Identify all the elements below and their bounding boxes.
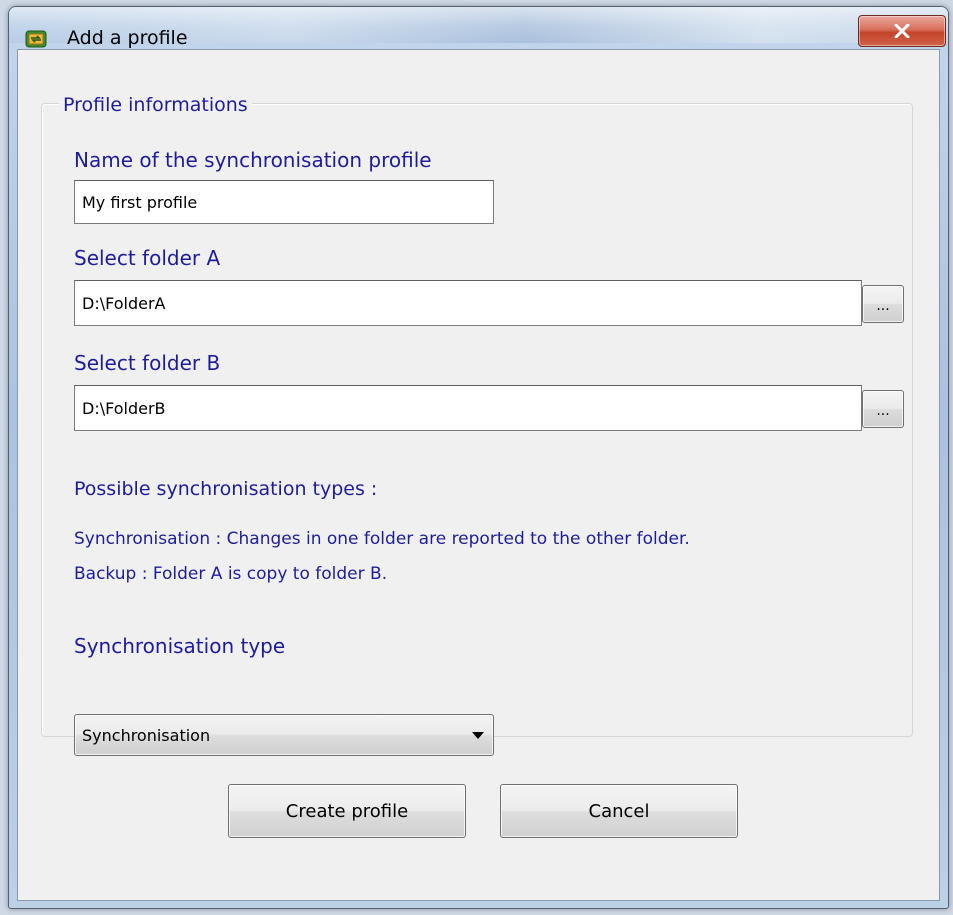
sync-type-select[interactable]: Synchronisation <box>74 714 494 756</box>
browse-folder-b-button[interactable]: ... <box>862 390 904 428</box>
sync-type-label: Synchronisation type <box>74 634 286 658</box>
dropdown-arrow-icon <box>472 732 484 739</box>
group-legend: Profile informations <box>59 94 252 116</box>
sync-profile-icon <box>25 30 47 48</box>
window-title: Add a profile <box>67 27 188 49</box>
sync-type-description-backup: Backup : Folder A is copy to folder B. <box>74 564 388 584</box>
profile-name-label: Name of the synchronisation profile <box>74 148 432 172</box>
title-bar[interactable]: Add a profile <box>9 7 948 49</box>
browse-folder-a-button[interactable]: ... <box>862 285 904 323</box>
sync-type-description-synchronisation: Synchronisation : Changes in one folder … <box>74 529 690 549</box>
create-profile-button[interactable]: Create profile <box>228 784 466 838</box>
folder-b-label: Select folder B <box>74 351 221 375</box>
sync-types-heading: Possible synchronisation types : <box>74 478 378 500</box>
folder-b-input[interactable] <box>74 385 862 431</box>
dialog-window: Add a profile Profile informations Name … <box>8 6 949 909</box>
profile-name-input[interactable] <box>74 180 494 224</box>
close-button[interactable] <box>858 15 946 47</box>
dialog-client-area: Profile informations Name of the synchro… <box>17 49 940 901</box>
folder-a-label: Select folder A <box>74 246 221 270</box>
close-icon <box>894 24 910 38</box>
sync-type-selected-value: Synchronisation <box>82 726 211 745</box>
cancel-button[interactable]: Cancel <box>500 784 738 838</box>
folder-a-input[interactable] <box>74 280 862 326</box>
